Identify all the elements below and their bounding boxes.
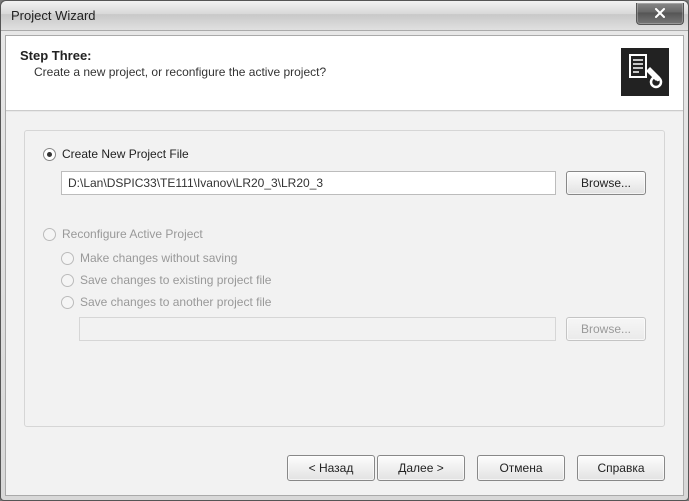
browse-button[interactable]: Browse... (566, 171, 646, 195)
close-icon (654, 8, 666, 18)
close-button[interactable] (636, 3, 684, 25)
radio-icon (43, 148, 56, 161)
reconfigure-sub-options: Make changes without saving Save changes… (61, 251, 646, 341)
step-title: Step Three: (20, 48, 621, 63)
document-wrench-icon (625, 51, 665, 94)
back-button[interactable]: < Назад (287, 455, 375, 481)
wizard-body: Create New Project File Browse... Reconf… (6, 111, 683, 445)
project-wizard-window: Project Wizard Step Three: Create a new … (0, 0, 689, 501)
save-path-input (79, 317, 556, 341)
radio-save-existing: Save changes to existing project file (61, 273, 646, 287)
next-button[interactable]: Далее > (377, 455, 465, 481)
sub-option-label-1: Make changes without saving (80, 251, 237, 265)
sub-option-label-3: Save changes to another project file (80, 295, 271, 309)
browse-save-button: Browse... (566, 317, 646, 341)
radio-reconfigure-label: Reconfigure Active Project (62, 227, 203, 241)
wizard-header-text: Step Three: Create a new project, or rec… (20, 48, 621, 79)
radio-create-new-project[interactable]: Create New Project File (43, 147, 646, 161)
radio-icon (43, 228, 56, 241)
radio-make-changes-no-save: Make changes without saving (61, 251, 646, 265)
content-frame: Step Three: Create a new project, or rec… (5, 35, 684, 496)
options-group: Create New Project File Browse... Reconf… (24, 130, 665, 427)
step-description: Create a new project, or reconfigure the… (34, 65, 621, 79)
wizard-footer: < Назад Далее > Отмена Справка (6, 445, 683, 495)
radio-icon (61, 296, 74, 309)
sub-option-label-2: Save changes to existing project file (80, 273, 271, 287)
titlebar: Project Wizard (1, 1, 688, 31)
help-button[interactable]: Справка (577, 455, 665, 481)
radio-reconfigure-project[interactable]: Reconfigure Active Project (43, 227, 646, 241)
window-title: Project Wizard (11, 8, 636, 23)
radio-save-another: Save changes to another project file (61, 295, 646, 309)
wizard-header: Step Three: Create a new project, or rec… (6, 36, 683, 111)
radio-create-label: Create New Project File (62, 147, 189, 161)
project-path-input[interactable] (61, 171, 556, 195)
cancel-button[interactable]: Отмена (477, 455, 565, 481)
wizard-icon-badge (621, 48, 669, 96)
radio-icon (61, 252, 74, 265)
radio-icon (61, 274, 74, 287)
